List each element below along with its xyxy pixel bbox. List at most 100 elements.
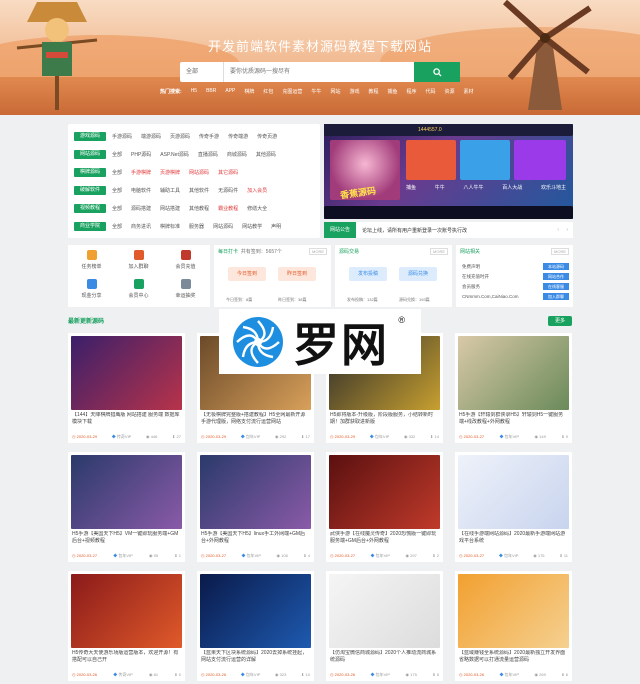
- notice-text[interactable]: 论坛上线，请所有用户重新登录一次账号执行改: [362, 227, 467, 234]
- quick-link-vip[interactable]: 会员充值: [162, 250, 209, 270]
- card-title[interactable]: H5传奇大天使游乐场版运营版本，欢迎开源！有搭配可以自己开: [72, 650, 181, 664]
- category-link[interactable]: 霸业教程: [218, 205, 238, 212]
- hot-item[interactable]: 捕鱼: [387, 88, 397, 95]
- hot-item[interactable]: 代码: [426, 88, 436, 95]
- resource-card[interactable]: H5手游【美国天下H5】linux手工外网端+GM后台+外网教程 ◷ 2020-0…: [197, 452, 314, 562]
- hot-item[interactable]: 红包: [263, 88, 273, 95]
- hot-item[interactable]: 素材: [464, 88, 474, 95]
- card-thumbnail[interactable]: [329, 574, 440, 648]
- card-thumbnail[interactable]: [200, 574, 311, 648]
- category-link[interactable]: 声明: [271, 223, 281, 230]
- card-thumbnail[interactable]: [71, 574, 182, 648]
- link-button[interactable]: 加入群聊: [543, 293, 569, 300]
- quick-link-lottery[interactable]: 幸运抽奖: [162, 279, 209, 299]
- link-item[interactable]: CNmmm.Com,CaiNiao.Com: [462, 294, 519, 299]
- category-link[interactable]: 传奇手游: [199, 133, 219, 140]
- card-thumbnail[interactable]: [458, 574, 569, 648]
- card-thumbnail[interactable]: [200, 455, 311, 529]
- links-more-link[interactable]: MORE: [551, 248, 569, 255]
- link-item[interactable]: 免费声明: [462, 264, 480, 270]
- category-link[interactable]: 全部: [112, 169, 122, 176]
- resource-card[interactable]: 【144】天降棋牌猎鹰版 网站搭建 服务端 数据库 模块下载 ◷ 2020-03-…: [68, 333, 185, 443]
- category-link[interactable]: 网站搭建: [160, 205, 180, 212]
- card-thumbnail[interactable]: [458, 455, 569, 529]
- card-title[interactable]: H5手游【美国天下H5】linux手工外网端+GM后台+外网教程: [201, 531, 310, 545]
- checkin-yesterday-button[interactable]: 昨日签到: [278, 267, 316, 281]
- hot-item[interactable]: 程序: [407, 88, 417, 95]
- category-link[interactable]: 其他教程: [189, 205, 209, 212]
- resource-card[interactable]: H5传奇大天使游乐场版运营版本，欢迎开源！有搭配可以自己开 ◷ 2020-03-2…: [68, 571, 185, 681]
- hot-item[interactable]: 资源: [445, 88, 455, 95]
- quick-link-share[interactable]: 现金分享: [68, 279, 115, 299]
- hot-item[interactable]: 教程: [368, 88, 378, 95]
- hot-item[interactable]: 棋牌: [244, 88, 254, 95]
- hot-item[interactable]: 牛牛: [311, 88, 321, 95]
- card-title[interactable]: 武侠手游【在线魔灵传奇】2020恐慌版一键即玩服务端+GM后台+外网教程: [330, 531, 439, 545]
- resource-card[interactable]: H5手游【美国天下H5】VM一键即玩服务端+GM后台+视频教程 ◷ 2020-03…: [68, 452, 185, 562]
- link-item[interactable]: 会员服务: [462, 284, 480, 290]
- category-link[interactable]: 传奇页游: [257, 133, 277, 140]
- link-button[interactable]: 本站源码: [543, 263, 569, 270]
- category-link[interactable]: 加入会员: [247, 187, 267, 194]
- link-button[interactable]: 在线客服: [543, 283, 569, 290]
- publish-button[interactable]: 发布投稿: [349, 267, 387, 281]
- hot-item[interactable]: H5: [191, 88, 197, 95]
- quick-link-member[interactable]: 会员中心: [115, 279, 162, 299]
- hot-item[interactable]: 游戏: [349, 88, 359, 95]
- category-link[interactable]: 棋牌标准: [160, 223, 180, 230]
- search-category-select[interactable]: 全部: [180, 62, 224, 82]
- resource-card[interactable]: 【仿淘宝微信商城源码】2020个人推动流商城系统源码 ◷ 2020-03-26 ◆ …: [326, 571, 443, 681]
- category-link[interactable]: 辅助工具: [160, 187, 180, 194]
- card-title[interactable]: H5手游【美国天下H5】VM一键即玩服务端+GM后台+视频教程: [72, 531, 181, 545]
- resource-card[interactable]: 【蓝域赚钱全系统源码】2020最新独立开发界面省略数据可以打通流量运营源码 ◷ 2…: [455, 571, 572, 681]
- checkin-more-link[interactable]: MORE: [309, 248, 327, 255]
- redeem-button[interactable]: 源码兑换: [399, 267, 437, 281]
- category-link[interactable]: 其他软件: [189, 187, 209, 194]
- resource-card[interactable]: H5手游【轩辕剑群侠录H5】轩辕剑H5一键服务端+线改教程+外网教程 ◷ 2020…: [455, 333, 572, 443]
- card-title[interactable]: H5即将版本-升级版，阶段版服务，小结转新时期！加群获取进新版: [330, 412, 439, 426]
- quick-link-group[interactable]: 加入群聊: [115, 250, 162, 270]
- category-link[interactable]: 手游棋牌: [131, 169, 151, 176]
- search-button[interactable]: [414, 62, 460, 82]
- checkin-today-button[interactable]: 今日签到: [228, 267, 266, 281]
- category-link[interactable]: 全部: [112, 187, 122, 194]
- resource-card[interactable]: 【蓝果天下区块系统源码】2020去掉系统挂起，网站支付流行运营的详解 ◷ 2020…: [197, 571, 314, 681]
- card-thumbnail[interactable]: [458, 336, 569, 410]
- category-link[interactable]: 无源码件: [218, 187, 238, 194]
- category-tag[interactable]: 棋牌源码: [74, 168, 106, 177]
- card-title[interactable]: 【蓝域赚钱全系统源码】2020最新独立开发界面省略数据可以打通流量运营源码: [459, 650, 568, 664]
- category-link[interactable]: 商务进讯: [131, 223, 151, 230]
- search-input[interactable]: [224, 62, 414, 82]
- link-button[interactable]: 网站合作: [543, 273, 569, 280]
- hot-item[interactable]: 充图运营: [282, 88, 302, 95]
- card-title[interactable]: 【蓝果天下区块系统源码】2020去掉系统挂起，网站支付流行运营的详解: [201, 650, 310, 664]
- promo-banner[interactable]: 1444557.0 香蕉源码 捕鱼 牛牛 八人牛牛 百人大战 欢乐斗地主: [324, 124, 573, 219]
- section-more-button[interactable]: 更多: [548, 316, 572, 326]
- category-link[interactable]: 直播源码: [198, 151, 218, 158]
- category-link[interactable]: 电脑软件: [131, 187, 151, 194]
- category-link[interactable]: PHP源码: [131, 151, 151, 158]
- hot-item[interactable]: 网站: [330, 88, 340, 95]
- category-tag[interactable]: 网站源码: [74, 150, 106, 159]
- card-thumbnail[interactable]: [329, 455, 440, 529]
- category-link[interactable]: 网站源码: [189, 169, 209, 176]
- resource-card[interactable]: 【在线手游端网站源码】2020最新手游端网站游戏平台系统 ◷ 2020-03-27…: [455, 452, 572, 562]
- category-tag[interactable]: 破解软件: [74, 186, 106, 195]
- card-title[interactable]: 【无极棋牌完整版+搭建教程】H5全网最新开源手游代理版，网络支付流行运营网站: [201, 412, 310, 426]
- card-thumbnail[interactable]: [71, 336, 182, 410]
- quick-link-tasks[interactable]: 任务榜单: [68, 250, 115, 270]
- chevron-left-icon[interactable]: ‹: [557, 227, 559, 233]
- card-title[interactable]: 【仿淘宝微信商城源码】2020个人推动流商城系统源码: [330, 650, 439, 664]
- card-title[interactable]: 【在线手游端网站源码】2020最新手游端网站游戏平台系统: [459, 531, 568, 545]
- category-link[interactable]: 全部: [112, 151, 122, 158]
- category-link[interactable]: 全部: [112, 223, 122, 230]
- category-link[interactable]: 端游源码: [141, 133, 161, 140]
- category-link[interactable]: ASP.Net源码: [160, 151, 189, 158]
- hot-item[interactable]: APP: [225, 88, 235, 95]
- category-link[interactable]: 页游源码: [170, 133, 190, 140]
- category-tag[interactable]: 视频教程: [74, 204, 106, 213]
- category-link[interactable]: 手游源码: [112, 133, 132, 140]
- category-tag[interactable]: 游戏源码: [74, 132, 106, 141]
- category-link[interactable]: 商城源码: [227, 151, 247, 158]
- chevron-right-icon[interactable]: ›: [566, 227, 568, 233]
